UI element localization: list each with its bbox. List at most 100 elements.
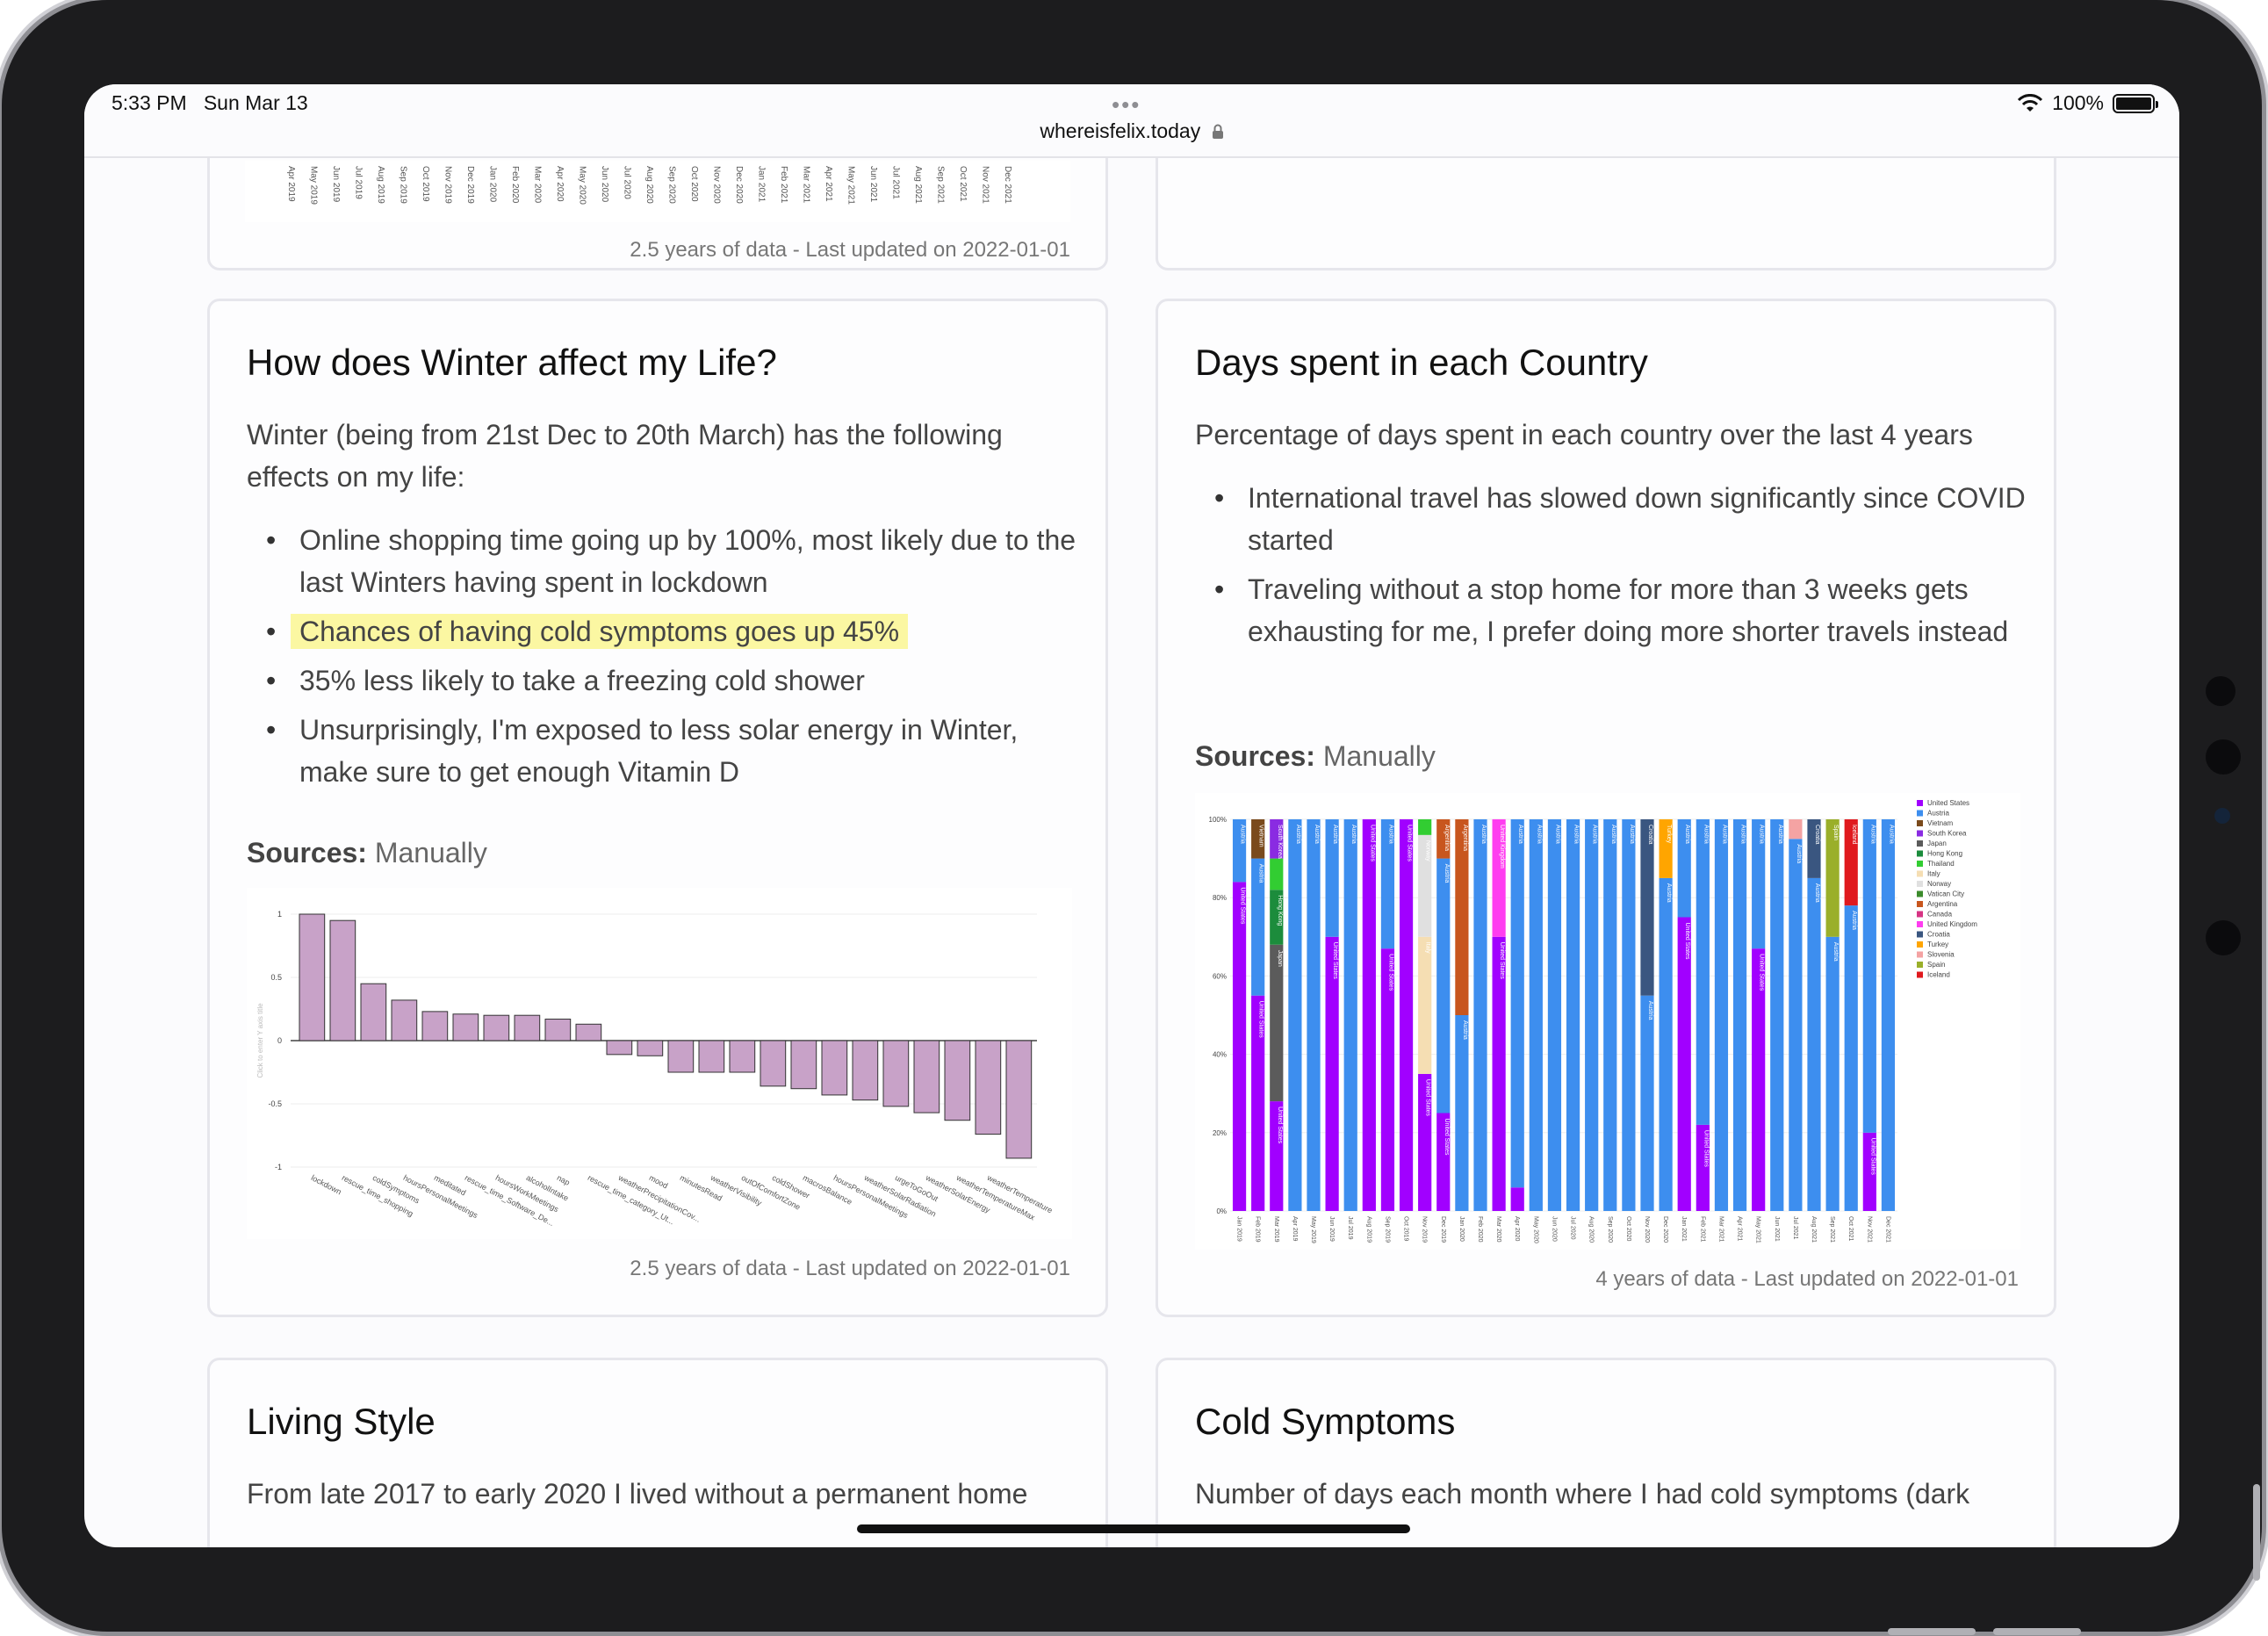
bar [606, 1040, 633, 1056]
bar [944, 1040, 971, 1121]
bar [729, 1040, 756, 1073]
safari-top-bar: 5:33 PM Sun Mar 13 ••• 100% whereisfelix… [84, 84, 2179, 158]
x-tick-label: Dec 2019 [1440, 1216, 1446, 1243]
bar-segment [1807, 877, 1821, 1211]
battery-percent: 100% [2052, 91, 2104, 114]
y-axis-title: Click to enter Y axis title [256, 1003, 264, 1078]
page-content: Apr 2019 May 2019 Jun 2019 Jul 2019 Aug 2019… [84, 123, 2179, 1547]
bar [667, 1040, 695, 1073]
x-tick-label: weatherVisibility [709, 1172, 764, 1207]
x-tick-label: Jan 2020 [1458, 1216, 1465, 1242]
segment-label: Vietnam [1258, 825, 1264, 847]
bar-segment [1436, 858, 1451, 1113]
legend-label: Italy [1927, 870, 1940, 878]
insight-list: Online shopping time going up by 100%, m… [247, 519, 1090, 793]
tick-label: Jul 2021 [891, 166, 901, 199]
more-options-icon[interactable]: ••• [1112, 91, 1141, 119]
bar-segment [1732, 819, 1747, 1211]
legend-swatch [1917, 881, 1923, 887]
bar-segment [1418, 819, 1432, 835]
bar [329, 919, 356, 1041]
y-tick-label: 1 [277, 910, 282, 919]
segment-label: South Korea [1277, 825, 1283, 859]
battery-icon [2113, 93, 2158, 113]
y-tick-label: -0.5 [268, 1099, 282, 1108]
winter-correlation-chart[interactable]: 1 0.5 0 -0.5 -1 Click to enter Y axis title lo… [247, 888, 1072, 1239]
ipad-device: 5:33 PM Sun Mar 13 ••• 100% whereisfelix… [0, 0, 2268, 1636]
segment-label: Spain [1832, 825, 1839, 840]
y-tick-label: -1 [275, 1163, 282, 1171]
segment-label: United States [1444, 1119, 1450, 1157]
bar [760, 1040, 787, 1087]
bar-segment [1455, 1015, 1469, 1211]
bar-segment [1881, 819, 1896, 1211]
x-tick-label: Feb 2020 [1477, 1216, 1483, 1243]
countries-stacked-chart[interactable]: 100% 80% 60% 40% 20% 0% United States Austria Ja… [1195, 793, 2020, 1250]
bar [975, 1040, 1002, 1135]
segment-label: United States [1387, 954, 1393, 991]
sources-label: Sources: [247, 837, 367, 868]
x-tick-label: Jan 2021 [1681, 1216, 1687, 1242]
x-tick-label: Jun 2021 [1774, 1216, 1780, 1242]
footnote: 4 years of data - Last updated on 2022-0… [1595, 1267, 2019, 1291]
segment-label: Austria [1851, 911, 1857, 930]
legend-label: Turkey [1927, 941, 1948, 948]
legend-swatch [1917, 810, 1923, 817]
segment-label: Austria [1666, 883, 1672, 903]
segment-label: Austria [1796, 844, 1802, 863]
legend-label: Vietnam [1927, 819, 1954, 827]
legend-label: Iceland [1927, 971, 1950, 979]
camera-sensor [2206, 676, 2236, 706]
segment-label: Austria [1592, 825, 1598, 844]
x-tick-label: Nov 2021 [1866, 1216, 1872, 1243]
bar-segment [1659, 877, 1673, 1211]
x-tick-label: Mar 2021 [1717, 1216, 1724, 1243]
segment-label: Austria [1684, 825, 1690, 844]
bar [483, 1014, 510, 1041]
tick-label: Jun 2019 [331, 166, 341, 203]
bar-segment [1232, 882, 1247, 1211]
card-title: Cold Symptoms [1195, 1401, 1456, 1442]
segment-label: Italy [1425, 942, 1431, 954]
segment-label: Austria [1703, 825, 1709, 844]
bar-segment [1585, 819, 1599, 1211]
home-indicator[interactable] [857, 1524, 1410, 1533]
x-tick-label: Feb 2019 [1255, 1216, 1261, 1243]
list-item: 35% less likely to take a freezing cold … [247, 659, 1090, 702]
y-tick-label: 80% [1213, 894, 1227, 902]
bar-segment [1640, 819, 1654, 996]
bar-segment [1677, 917, 1691, 1211]
y-tick-label: 0.5 [270, 973, 282, 982]
x-tick-label: Oct 2020 [1625, 1216, 1631, 1242]
legend-swatch [1917, 830, 1923, 837]
legend-label: South Korea [1927, 830, 1967, 838]
tick-label: Apr 2021 [824, 166, 833, 202]
legend-swatch [1917, 971, 1923, 978]
legend-swatch [1917, 890, 1923, 897]
segment-label: United States [1332, 942, 1338, 980]
lock-icon [1212, 124, 1223, 139]
tick-label: Mar 2021 [802, 166, 811, 204]
legend-swatch [1917, 921, 1923, 927]
legend-swatch [1917, 901, 1923, 907]
tick-label: Nov 2020 [712, 166, 722, 204]
bar [452, 1013, 479, 1041]
sources-line: Sources: Manually [247, 837, 487, 869]
bar [514, 1014, 541, 1041]
segment-label: United States [1369, 825, 1375, 862]
bar [698, 1040, 725, 1073]
x-tick-label: Sep 2020 [1607, 1216, 1613, 1243]
bar-segment [1789, 839, 1803, 1211]
address-bar[interactable]: whereisfelix.today [84, 119, 2179, 143]
card-winter: How does Winter affect my Life? Winter (… [207, 299, 1108, 1317]
bar-segment [1418, 936, 1432, 1074]
segment-label: United States [1684, 923, 1690, 961]
tick-label: Jun 2020 [600, 166, 609, 203]
y-tick-label: 20% [1213, 1129, 1227, 1137]
footnote: 2.5 years of data - Last updated on 2022… [630, 1257, 1070, 1280]
power-button [1888, 1628, 1976, 1635]
list-item: Unsurprisingly, I'm exposed to less sola… [247, 709, 1090, 793]
bar-segment [1603, 819, 1617, 1211]
bar-segment [1270, 858, 1284, 890]
url-text[interactable]: whereisfelix.today [1040, 119, 1200, 142]
